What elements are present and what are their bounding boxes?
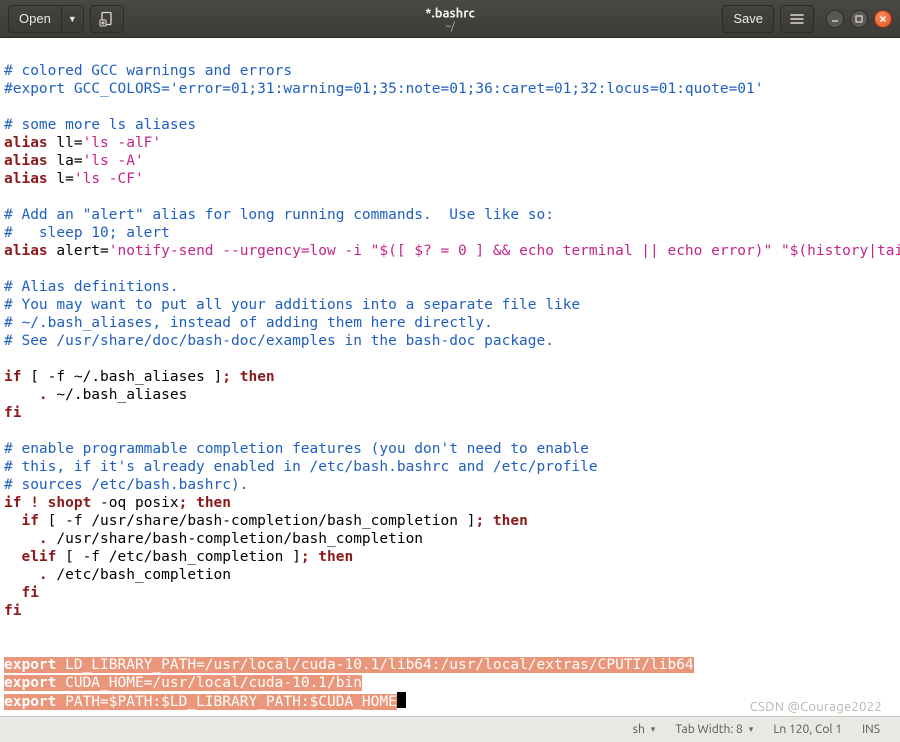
hamburger-icon	[789, 11, 805, 27]
open-recent-dropdown[interactable]: ▼	[62, 5, 84, 33]
code-comment: # You may want to put all your additions…	[4, 297, 580, 313]
code-text: /etc/bash_completion	[48, 567, 231, 583]
open-button-label: Open	[19, 11, 51, 26]
open-button-group: Open ▼	[8, 5, 84, 33]
code-text: l=	[48, 171, 74, 187]
minimize-icon	[830, 14, 840, 24]
code-comment: # Add an "alert" alias for long running …	[4, 207, 554, 223]
code-text: -f ~/.bash_aliases ]	[48, 369, 223, 385]
code-text: [ -f /usr/share/bash-completion/bash_com…	[39, 513, 476, 529]
code-keyword: !	[21, 495, 47, 511]
code-keyword: if	[21, 513, 38, 529]
code-keyword: ; then	[179, 495, 231, 511]
code-text: [	[21, 369, 47, 385]
code-text: PATH=$PATH:$LD_LIBRARY_PATH:$CUDA_HOME	[56, 694, 396, 710]
cursor-position-label: Ln 120, Col 1	[773, 723, 842, 736]
code-keyword: elif	[21, 549, 56, 565]
window-title-path: ~/	[425, 20, 475, 31]
titlebar: Open ▼ *.bashrc ~/ Save	[0, 0, 900, 38]
new-tab-button[interactable]	[90, 5, 124, 33]
code-text: LD_LIBRARY_PATH=/usr/local/cuda-10.1/lib…	[56, 657, 693, 673]
selected-line: export LD_LIBRARY_PATH=/usr/local/cuda-1…	[4, 657, 694, 673]
code-keyword: .	[39, 567, 48, 583]
open-button[interactable]: Open	[8, 5, 62, 33]
code-keyword: .	[39, 531, 48, 547]
code-comment: # some more ls aliases	[4, 117, 196, 133]
code-text: [ -f /etc/bash_completion ]	[56, 549, 300, 565]
code-keyword: .	[39, 387, 48, 403]
code-text: CUDA_HOME=/usr/local/cuda-10.1/bin	[56, 675, 362, 691]
code-text: la=	[48, 153, 83, 169]
code-indent	[4, 513, 21, 529]
hamburger-menu-button[interactable]	[780, 5, 814, 33]
code-indent	[4, 567, 39, 583]
tab-width-selector[interactable]: Tab Width: 8	[665, 723, 763, 736]
code-indent	[4, 531, 39, 547]
code-comment: # ~/.bash_aliases, instead of adding the…	[4, 315, 493, 331]
code-keyword: export	[4, 675, 56, 691]
code-comment: # this, if it's already enabled in /etc/…	[4, 459, 598, 475]
code-keyword: fi	[4, 603, 21, 619]
text-editor-area[interactable]: # colored GCC warnings and errors #expor…	[0, 38, 900, 716]
code-keyword: shopt	[48, 495, 92, 511]
maximize-button[interactable]	[850, 10, 868, 28]
close-button[interactable]	[874, 10, 892, 28]
text-cursor	[397, 692, 406, 708]
save-button-label: Save	[733, 11, 763, 26]
minimize-button[interactable]	[826, 10, 844, 28]
save-button[interactable]: Save	[722, 5, 774, 33]
selected-line: export PATH=$PATH:$LD_LIBRARY_PATH:$CUDA…	[4, 694, 397, 710]
code-text: -oq posix	[91, 495, 178, 511]
tab-width-label: Tab Width: 8	[675, 723, 742, 736]
insert-mode-label: INS	[862, 723, 880, 736]
code-keyword: alias	[4, 153, 48, 169]
code-keyword: if	[4, 495, 21, 511]
window-title: *.bashrc ~/	[425, 6, 475, 31]
code-keyword: if	[4, 369, 21, 385]
code-comment: # enable programmable completion feature…	[4, 441, 589, 457]
code-keyword: ; then	[475, 513, 527, 529]
code-keyword: fi	[21, 585, 38, 601]
code-string: 'ls -alF'	[83, 135, 162, 151]
code-keyword: alias	[4, 171, 48, 187]
chevron-down-icon: ▼	[68, 14, 77, 24]
code-string: 'ls -CF'	[74, 171, 144, 187]
code-keyword: export	[4, 657, 56, 673]
selected-line: export CUDA_HOME=/usr/local/cuda-10.1/bi…	[4, 675, 362, 691]
code-keyword: export	[4, 694, 56, 710]
insert-mode-indicator[interactable]: INS	[852, 723, 890, 736]
code-string: 'ls -A'	[83, 153, 144, 169]
code-text: ~/.bash_aliases	[48, 387, 188, 403]
code-text: /usr/share/bash-completion/bash_completi…	[48, 531, 423, 547]
statusbar: sh Tab Width: 8 Ln 120, Col 1 INS	[0, 716, 900, 742]
language-mode-selector[interactable]: sh	[623, 723, 666, 736]
code-indent	[4, 585, 21, 601]
cursor-position[interactable]: Ln 120, Col 1	[763, 723, 852, 736]
code-comment: # sleep 10; alert	[4, 225, 170, 241]
code-comment: # sources /etc/bash.bashrc).	[4, 477, 248, 493]
code-indent	[4, 387, 39, 403]
code-indent	[4, 549, 21, 565]
code-comment: # Alias definitions.	[4, 279, 179, 295]
new-document-icon	[99, 11, 115, 27]
code-keyword: ; then	[222, 369, 274, 385]
code-comment: # colored GCC warnings and errors	[4, 63, 292, 79]
code-keyword: fi	[4, 405, 21, 421]
window-controls	[826, 10, 892, 28]
code-keyword: alias	[4, 135, 48, 151]
code-text: ll=	[48, 135, 83, 151]
language-mode-label: sh	[633, 723, 645, 736]
close-icon	[878, 14, 888, 24]
window-title-filename: *.bashrc	[425, 6, 475, 20]
maximize-icon	[854, 14, 864, 24]
code-keyword: ; then	[301, 549, 353, 565]
code-comment: # See /usr/share/doc/bash-doc/examples i…	[4, 333, 554, 349]
code-keyword: alias	[4, 243, 48, 259]
code-comment: #export GCC_COLORS='error=01;31:warning=…	[4, 81, 764, 97]
code-text: alert=	[48, 243, 109, 259]
code-string: 'notify-send --urgency=low -i "$([ $? = …	[109, 243, 900, 259]
